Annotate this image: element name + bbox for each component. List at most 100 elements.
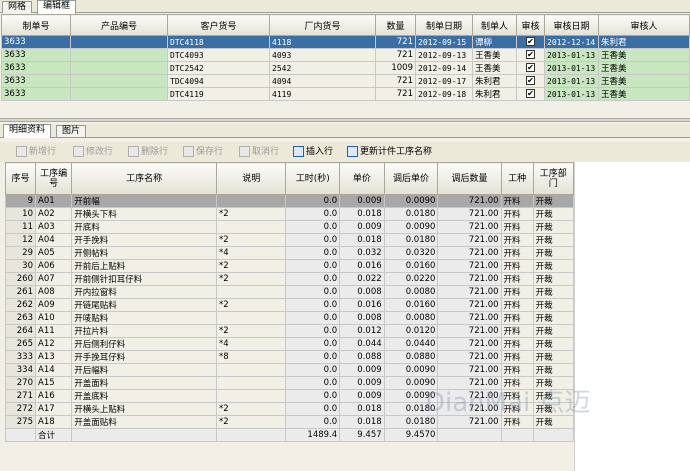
col-date[interactable]: 制单日期 xyxy=(415,14,473,36)
col-approve-date[interactable]: 审核日期 xyxy=(544,14,599,36)
unit-price: 0.016 xyxy=(339,298,385,312)
update-process-name-button[interactable]: 更新计件工序名称 xyxy=(347,145,432,160)
process-name: 开盖底料 xyxy=(71,389,218,403)
maker: 朱利君 xyxy=(472,74,517,88)
col-code[interactable]: 工序编号 xyxy=(34,162,73,195)
col-price[interactable]: 单价 xyxy=(339,162,385,195)
col-customer-no[interactable]: 客户货号 xyxy=(167,14,270,36)
order-row[interactable]: 3633 DTC4118 4118 721 2012-09-15 谭柳 ✔ 20… xyxy=(1,35,690,49)
approve-date: 2012-12-14 xyxy=(544,35,599,49)
tab-editbox[interactable]: 编辑框 xyxy=(37,0,77,14)
col-type[interactable]: 工种 xyxy=(500,162,534,195)
adjusted-qty: 721.00 xyxy=(437,272,502,286)
col-product-no[interactable]: 产品编号 xyxy=(70,14,168,36)
col-adj-qty[interactable]: 调后数量 xyxy=(437,162,502,195)
tab-grid[interactable]: 网格 xyxy=(2,1,33,13)
order-no: 3633 xyxy=(1,74,71,88)
process-row[interactable]: 263 A10 开唛贴料 0.0 0.008 0.0080 721.00 开料 开裁 xyxy=(5,311,575,325)
approved-checkbox[interactable]: ✔ xyxy=(526,50,535,59)
adjusted-price: 0.0160 xyxy=(383,259,439,273)
work-type: 开料 xyxy=(500,298,534,312)
order-row[interactable]: 3633 TDC4094 4094 721 2012-09-17 朱利君 ✔ 2… xyxy=(1,74,690,88)
process-row[interactable]: 10 A02 开横头下料 *2 0.0 0.018 0.0180 721.00 开料 开裁 xyxy=(5,207,575,221)
approved-cell: ✔ xyxy=(516,61,545,75)
top-tab-strip: 网格 编辑框 xyxy=(0,0,690,14)
unit-price: 0.008 xyxy=(339,311,385,325)
row-seq: 11 xyxy=(5,220,36,234)
total-empty-4 xyxy=(500,428,534,442)
process-note: *2 xyxy=(216,298,287,312)
work-type: 开料 xyxy=(500,285,534,299)
col-note[interactable]: 说明 xyxy=(216,162,287,195)
date: 2012-09-13 xyxy=(415,48,473,62)
process-row[interactable]: 9 A01 开前幅 0.0 0.009 0.0090 721.00 开料 开裁 xyxy=(5,194,575,208)
col-approver[interactable]: 审核人 xyxy=(598,14,690,36)
process-row[interactable]: 333 A13 开手挽耳仔料 *8 0.0 0.088 0.0880 721.00 开料 开裁 xyxy=(5,350,575,364)
col-seq[interactable]: 序号 xyxy=(5,162,36,195)
process-name: 开唛贴料 xyxy=(71,311,218,325)
watermark: DianMai 点迈 xyxy=(425,388,591,418)
process-row[interactable]: 29 A05 开侧帖料 *4 0.0 0.032 0.0320 721.00 开料 开裁 xyxy=(5,246,575,260)
insert-row-button[interactable]: 插入行 xyxy=(293,145,333,160)
process-row[interactable]: 262 A09 开链尾贴料 *2 0.0 0.016 0.0160 721.00 开料 开裁 xyxy=(5,298,575,312)
add-row-button[interactable]: 新增行 xyxy=(16,145,56,160)
insert-row-icon xyxy=(293,146,304,157)
process-row[interactable]: 264 A11 开拉片料 *2 0.0 0.012 0.0120 721.00 开料 开裁 xyxy=(5,324,575,338)
unit-price: 0.032 xyxy=(339,246,385,260)
process-row[interactable]: 334 A14 开后幅料 0.0 0.009 0.0090 721.00 开料 开裁 xyxy=(5,363,575,377)
adjusted-price: 0.0090 xyxy=(383,194,439,208)
col-name[interactable]: 工序名称 xyxy=(71,162,218,195)
cancel-row-button[interactable]: 取消行 xyxy=(239,145,279,160)
col-qty[interactable]: 数量 xyxy=(375,14,416,36)
process-row[interactable]: 265 A12 开后侧利仔料 *4 0.0 0.044 0.0440 721.00 开料 开裁 xyxy=(5,337,575,351)
col-adj-price[interactable]: 调后单价 xyxy=(383,162,439,195)
process-time: 0.0 xyxy=(285,246,341,260)
product-no xyxy=(70,61,168,75)
tab-pictures[interactable]: 图片 xyxy=(56,125,87,137)
col-time[interactable]: 工时(秒) xyxy=(285,162,341,195)
process-name: 开链尾贴料 xyxy=(71,298,218,312)
process-note: *2 xyxy=(216,415,287,429)
approved-checkbox[interactable]: ✔ xyxy=(526,89,535,98)
process-row[interactable]: 261 A08 开内拉窗料 0.0 0.008 0.0080 721.00 开料 开裁 xyxy=(5,285,575,299)
total-empty-5 xyxy=(532,428,575,442)
col-order-no[interactable]: 制单号 xyxy=(1,14,71,36)
approve-date: 2013-01-13 xyxy=(544,61,599,75)
maker: 王香美 xyxy=(472,48,517,62)
approved-checkbox[interactable]: ✔ xyxy=(526,37,535,46)
process-row[interactable]: 260 A07 开前侧针扣耳仔料 *2 0.0 0.022 0.0220 721.00 开料 开裁 xyxy=(5,272,575,286)
qty: 721 xyxy=(375,87,416,101)
approved-checkbox[interactable]: ✔ xyxy=(526,63,535,72)
process-time: 0.0 xyxy=(285,285,341,299)
col-factory-no[interactable]: 厂内货号 xyxy=(269,14,376,36)
pane-splitter[interactable] xyxy=(0,118,690,122)
order-row[interactable]: 3633 DTC4119 4119 721 2012-09-18 朱利君 ✔ 2… xyxy=(1,87,690,101)
row-seq: 264 xyxy=(5,324,36,338)
delete-row-button[interactable]: 删除行 xyxy=(128,145,168,160)
col-maker[interactable]: 制单人 xyxy=(472,14,517,36)
col-approved[interactable]: 审核 xyxy=(516,14,545,36)
approved-checkbox[interactable]: ✔ xyxy=(526,76,535,85)
order-row[interactable]: 3633 DTC2542 2542 1009 2012-09-14 王香美 ✔ … xyxy=(1,61,690,75)
tab-details[interactable]: 明细资料 xyxy=(3,124,52,138)
process-row[interactable]: 30 A06 开前后上贴料 *2 0.0 0.016 0.0160 721.00 开料 开裁 xyxy=(5,259,575,273)
order-row[interactable]: 3633 DTC4093 4093 721 2012-09-13 王香美 ✔ 2… xyxy=(1,48,690,62)
row-seq: 260 xyxy=(5,272,36,286)
col-dept[interactable]: 工序部门 xyxy=(532,162,575,195)
add-row-icon xyxy=(16,146,27,157)
adjusted-price: 0.0180 xyxy=(383,233,439,247)
process-dept: 开裁 xyxy=(532,337,575,351)
customer-no: DTC4093 xyxy=(167,48,270,62)
process-row[interactable]: 11 A03 开底料 0.0 0.009 0.0090 721.00 开料 开裁 xyxy=(5,220,575,234)
detail-toolbar: 新增行 修改行 删除行 保存行 取消行 插入行 更新计件工序名称 xyxy=(0,142,690,162)
adjusted-qty: 721.00 xyxy=(437,363,502,377)
process-code: A01 xyxy=(34,194,73,208)
maker: 王香美 xyxy=(472,61,517,75)
unit-price: 0.018 xyxy=(339,233,385,247)
edit-row-button[interactable]: 修改行 xyxy=(73,145,113,160)
unit-price: 0.022 xyxy=(339,272,385,286)
save-row-button[interactable]: 保存行 xyxy=(183,145,223,160)
process-name: 开横头下料 xyxy=(71,207,218,221)
process-row[interactable]: 12 A04 开手挽料 *2 0.0 0.018 0.0180 721.00 开料 开裁 xyxy=(5,233,575,247)
approver: 朱利君 xyxy=(598,35,690,49)
